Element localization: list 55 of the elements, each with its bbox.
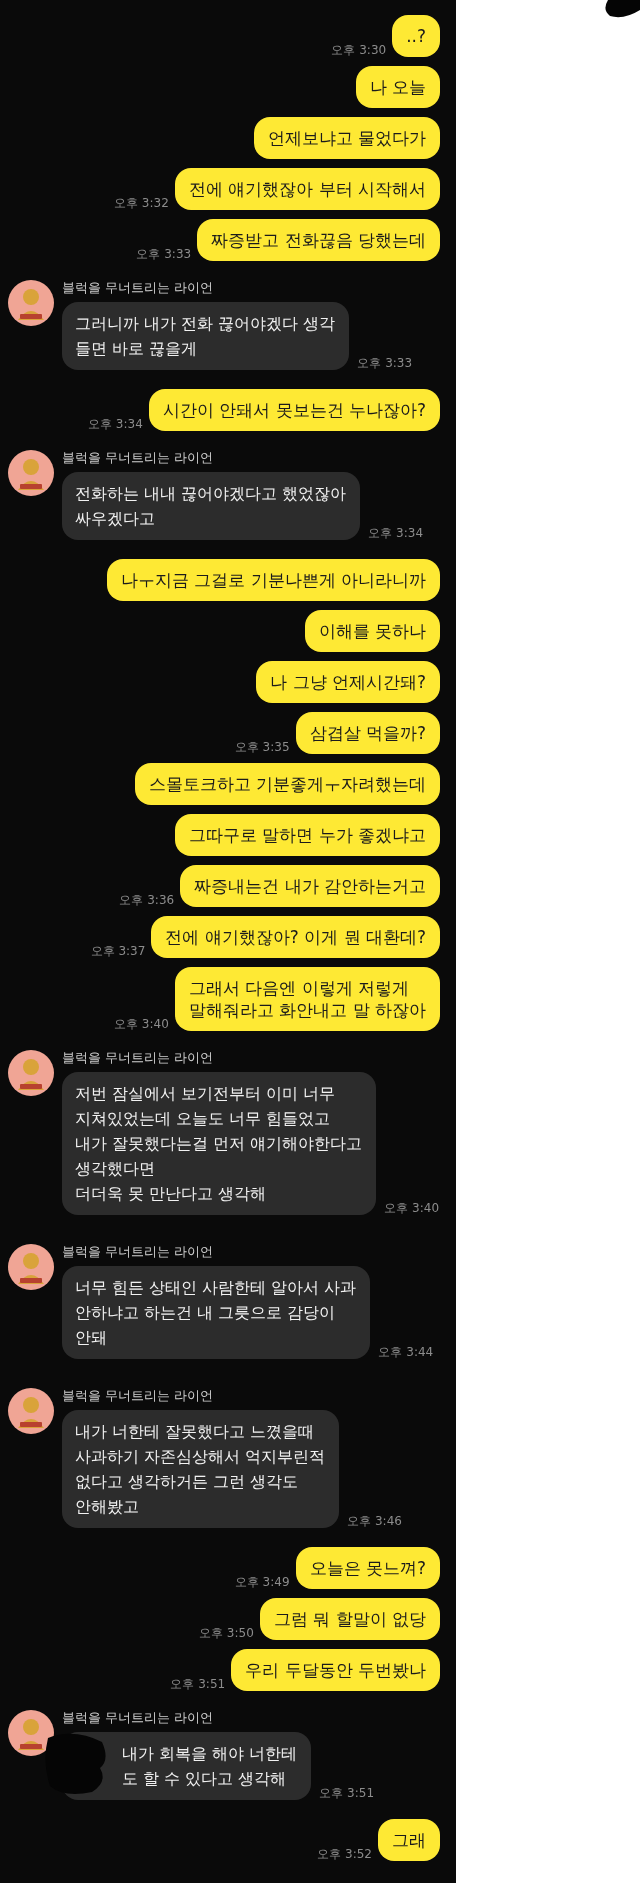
- avatar[interactable]: [8, 1710, 54, 1756]
- sender-name: 블럭을 무너트리는 라이언: [62, 1050, 215, 1066]
- message-time: 오후 3:34: [368, 526, 424, 540]
- message-time: 오후 3:51: [319, 1786, 375, 1800]
- sent-message: 전에 얘기했잖아? 이게 뭔 대환데?: [151, 916, 440, 958]
- message-time: 오후 3:35: [234, 740, 290, 754]
- avatar[interactable]: [8, 1388, 54, 1434]
- message-time: 오후 3:49: [234, 1575, 290, 1589]
- received-message: 내가 너한테 잘못했다고 느꼈을때 사과하기 자존심상해서 억지부린적 없다고 생각하거든 그런 생각도 안해봤고: [62, 1410, 340, 1528]
- message-time: 오후 3:37: [90, 944, 146, 958]
- message-time: 오후 3:32: [114, 196, 169, 210]
- received-message: 그러니까 내가 전화 끊어야겠다 생각 들면 바로 끊을게: [62, 302, 350, 370]
- received-message: 저번 잠실에서 보기전부터 이미 너무 지쳐있었는데 오늘도 너무 힘들었고 내가 잘못했다는걸 먼저 얘기해야한다고 생각했다면 더더욱 못 만난다고 생각해: [62, 1072, 377, 1215]
- received-message: 너무 힘든 상태인 사람한테 알아서 사과 안하냐고 하는건 내 그릇으로 감당이 안돼: [62, 1266, 371, 1359]
- sender-name: 블럭을 무너트리는 라이언: [62, 1244, 215, 1260]
- sent-message: 나 오늘: [355, 66, 440, 108]
- message-time: 오후 3:46: [347, 1514, 402, 1528]
- message-time: 오후 3:50: [199, 1626, 254, 1640]
- sent-message: ..?: [392, 15, 440, 57]
- message-time: 오후 3:33: [136, 247, 192, 261]
- sent-message: 그따구로 말하면 누가 좋겠냐고: [174, 814, 440, 856]
- message-time: 오후 3:36: [119, 893, 175, 907]
- redaction-mark: [604, 0, 640, 18]
- sent-message: 그래: [378, 1819, 440, 1861]
- sender-name: 블럭을 무너트리는 라이언: [62, 280, 215, 296]
- message-time: 오후 3:34: [88, 417, 143, 431]
- sender-name: 블럭을 무너트리는 라이언: [62, 1710, 215, 1726]
- sent-message: 오늘은 못느껴?: [295, 1547, 440, 1589]
- message-time: 오후 3:33: [357, 356, 413, 370]
- message-time: 오후 3:52: [317, 1847, 372, 1861]
- sent-message: 스몰토크하고 기분좋게ㅜ자려했는데: [134, 763, 440, 805]
- message-time: 오후 3:30: [331, 43, 387, 57]
- avatar[interactable]: [8, 1050, 54, 1096]
- avatar[interactable]: [8, 450, 54, 496]
- message-time: 오후 3:44: [378, 1345, 434, 1359]
- sent-message: 우리 두달동안 두번봤나: [231, 1649, 440, 1691]
- message-time: 오후 3:40: [114, 1017, 169, 1031]
- sent-message: 삼겹살 먹을까?: [295, 712, 440, 754]
- sent-message: 나ㅜ지금 그걸로 기분나쁜게 아니라니까: [106, 559, 440, 601]
- sent-message: 언제보냐고 물었다가: [253, 117, 440, 159]
- sent-message: 그럼 뭐 할말이 없당: [259, 1598, 440, 1640]
- avatar[interactable]: [8, 1244, 54, 1290]
- sent-message: 짜증받고 전화끊음 당했는데: [197, 219, 440, 261]
- sender-name: 블럭을 무너트리는 라이언: [62, 1388, 215, 1404]
- message-time: 오후 3:51: [170, 1677, 226, 1691]
- sent-message: 시간이 안돼서 못보는건 누나잖아?: [148, 389, 440, 431]
- sender-name: 블럭을 무너트리는 라이언: [62, 450, 215, 466]
- received-message: 전화하는 내내 끊어야겠다고 했었잖아 싸우겠다고: [62, 472, 361, 540]
- avatar[interactable]: [8, 280, 54, 326]
- sent-message: 짜증내는건 내가 감안하는거고: [180, 865, 440, 907]
- sent-message: 그래서 다음엔 이렇게 저렇게 말해줘라고 화안내고 말 하잖아: [174, 967, 440, 1031]
- message-time: 오후 3:40: [384, 1201, 440, 1215]
- sent-message: 전에 얘기했잖아 부터 시작해서: [174, 168, 440, 210]
- sent-message: 나 그냥 언제시간돼?: [256, 661, 440, 703]
- sent-message: 이해를 못하나: [304, 610, 440, 652]
